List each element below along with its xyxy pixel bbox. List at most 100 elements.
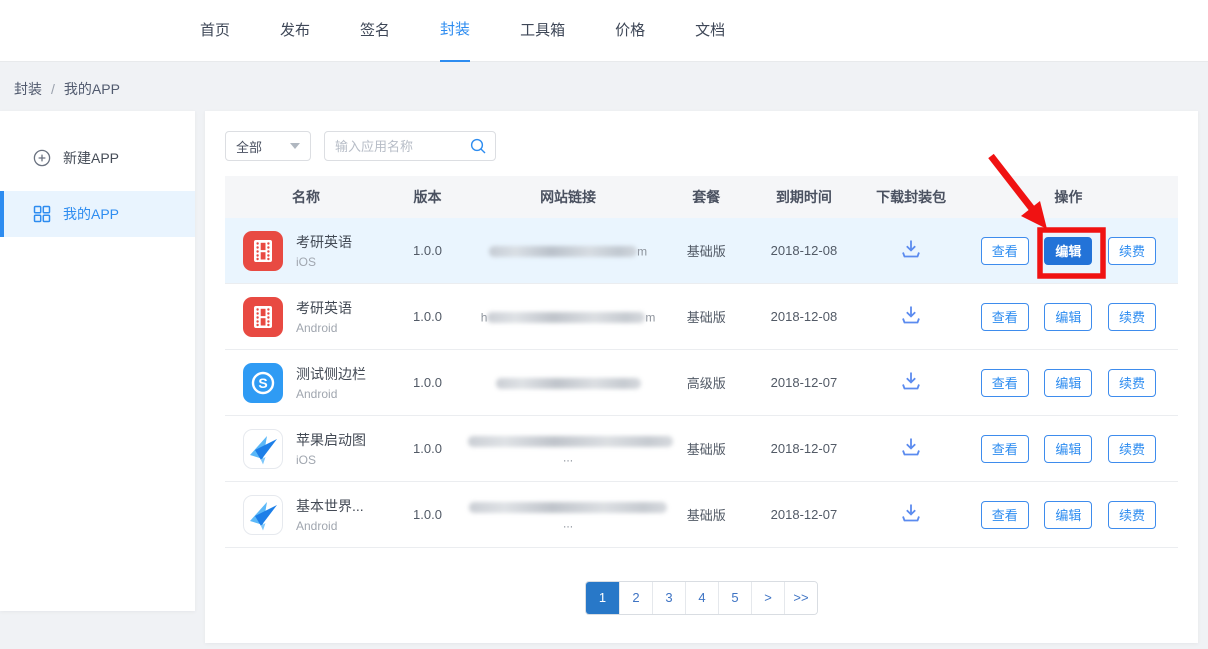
app-version: 1.0.0 — [387, 441, 468, 456]
sidebar-item-new-app[interactable]: 新建APP — [0, 135, 195, 181]
app-platform: iOS — [296, 255, 352, 269]
redacted-url — [489, 246, 637, 257]
table-row: 基本世界... Android 1.0.0 ... 基础版 2018-12-07… — [225, 482, 1178, 548]
app-name: 苹果启动图 — [296, 430, 366, 450]
redacted-url — [469, 502, 667, 513]
view-button[interactable]: 查看 — [981, 369, 1029, 397]
download-icon[interactable] — [898, 368, 924, 394]
bird-app-icon — [243, 495, 283, 535]
app-platform: Android — [296, 519, 364, 533]
renew-button[interactable]: 续费 — [1108, 237, 1156, 265]
bird-app-icon — [243, 429, 283, 469]
view-button[interactable]: 查看 — [981, 435, 1029, 463]
col-header-actions: 操作 — [959, 187, 1178, 207]
app-version: 1.0.0 — [387, 507, 468, 522]
table-header: 名称 版本 网站链接 套餐 到期时间 下载封装包 操作 — [225, 176, 1178, 218]
download-icon[interactable] — [898, 500, 924, 526]
app-plan: 基础版 — [668, 241, 744, 260]
nav-item-docs[interactable]: 文档 — [695, 0, 725, 62]
chevron-down-icon — [290, 143, 300, 149]
table-row: 苹果启动图 iOS 1.0.0 ... 基础版 2018-12-07 查看 编辑… — [225, 416, 1178, 482]
page-button-5[interactable]: 5 — [718, 582, 751, 614]
redacted-url — [468, 436, 673, 447]
plus-circle-icon — [33, 149, 51, 167]
view-button[interactable]: 查看 — [981, 501, 1029, 529]
sidebar-item-my-apps[interactable]: 我的APP — [0, 191, 195, 237]
search-icon[interactable] — [469, 137, 487, 155]
s-app-icon: S — [243, 363, 283, 403]
filter-select-value: 全部 — [236, 137, 262, 156]
edit-button[interactable]: 编辑 — [1044, 303, 1092, 331]
next-page-button[interactable]: > — [751, 582, 784, 614]
svg-text:S: S — [258, 375, 267, 391]
col-header-download: 下载封装包 — [863, 187, 958, 207]
app-link: ... — [468, 499, 668, 530]
app-name: 考研英语 — [296, 232, 352, 252]
app-expiry: 2018-12-08 — [744, 243, 863, 258]
col-header-name: 名称 — [225, 187, 387, 207]
app-link: ... — [468, 433, 668, 464]
page: 首页 发布 签名 封装 工具箱 价格 文档 封装 / 我的APP 新建APP 我… — [0, 0, 1208, 649]
nav-item-publish[interactable]: 发布 — [280, 0, 310, 62]
last-page-button[interactable]: >> — [784, 582, 817, 614]
col-header-plan: 套餐 — [668, 187, 744, 207]
nav-item-home[interactable]: 首页 — [200, 0, 230, 62]
renew-button[interactable]: 续费 — [1108, 501, 1156, 529]
breadcrumb-separator: / — [51, 81, 55, 97]
app-expiry: 2018-12-07 — [744, 441, 863, 456]
edit-button[interactable]: 编辑 — [1044, 237, 1092, 265]
search-input[interactable] — [335, 139, 469, 154]
app-version: 1.0.0 — [387, 309, 468, 324]
app-link: m — [468, 243, 668, 259]
app-platform: Android — [296, 321, 352, 335]
download-icon[interactable] — [898, 236, 924, 262]
nav-item-sign[interactable]: 签名 — [360, 0, 390, 62]
app-name: 考研英语 — [296, 298, 352, 318]
app-name: 测试侧边栏 — [296, 364, 366, 384]
nav-item-package[interactable]: 封装 — [440, 0, 470, 62]
col-header-link: 网站链接 — [468, 187, 668, 207]
grid-icon — [33, 205, 51, 223]
download-icon[interactable] — [898, 302, 924, 328]
renew-button[interactable]: 续费 — [1108, 435, 1156, 463]
app-platform: iOS — [296, 453, 366, 467]
page-button-2[interactable]: 2 — [619, 582, 652, 614]
app-plan: 高级版 — [668, 373, 744, 392]
app-platform: Android — [296, 387, 366, 401]
redacted-url — [487, 312, 645, 323]
film-app-icon — [243, 297, 283, 337]
download-icon[interactable] — [898, 434, 924, 460]
app-expiry: 2018-12-07 — [744, 507, 863, 522]
app-expiry: 2018-12-08 — [744, 309, 863, 324]
edit-button[interactable]: 编辑 — [1044, 369, 1092, 397]
page-button-1[interactable]: 1 — [586, 582, 619, 614]
edit-button[interactable]: 编辑 — [1044, 435, 1092, 463]
nav-item-price[interactable]: 价格 — [615, 0, 645, 62]
table-row: S 测试侧边栏 Android 1.0.0 高级版 2018-12-07 查看 … — [225, 350, 1178, 416]
page-button-4[interactable]: 4 — [685, 582, 718, 614]
breadcrumb: 封装 / 我的APP — [0, 62, 1208, 111]
app-plan: 基础版 — [668, 307, 744, 326]
search-box — [324, 131, 496, 161]
edit-button[interactable]: 编辑 — [1044, 501, 1092, 529]
app-version: 1.0.0 — [387, 243, 468, 258]
sidebar: 新建APP 我的APP — [0, 111, 195, 611]
app-name: 基本世界... — [296, 496, 364, 516]
table-row: 考研英语 Android 1.0.0 hm 基础版 2018-12-08 查看 … — [225, 284, 1178, 350]
view-button[interactable]: 查看 — [981, 237, 1029, 265]
breadcrumb-current: 我的APP — [64, 79, 120, 99]
breadcrumb-parent[interactable]: 封装 — [14, 79, 42, 99]
sidebar-item-label: 我的APP — [63, 204, 119, 224]
redacted-url — [496, 378, 641, 389]
filter-select[interactable]: 全部 — [225, 131, 311, 161]
renew-button[interactable]: 续费 — [1108, 303, 1156, 331]
page-button-3[interactable]: 3 — [652, 582, 685, 614]
nav-item-toolbox[interactable]: 工具箱 — [520, 0, 565, 62]
pagination: 1 2 3 4 5 > >> — [225, 581, 1178, 615]
app-version: 1.0.0 — [387, 375, 468, 390]
app-link — [468, 375, 668, 391]
renew-button[interactable]: 续费 — [1108, 369, 1156, 397]
app-expiry: 2018-12-07 — [744, 375, 863, 390]
view-button[interactable]: 查看 — [981, 303, 1029, 331]
main-panel: 全部 名称 版本 网站链接 套餐 到期时间 下载封装包 操作 — [205, 111, 1198, 643]
